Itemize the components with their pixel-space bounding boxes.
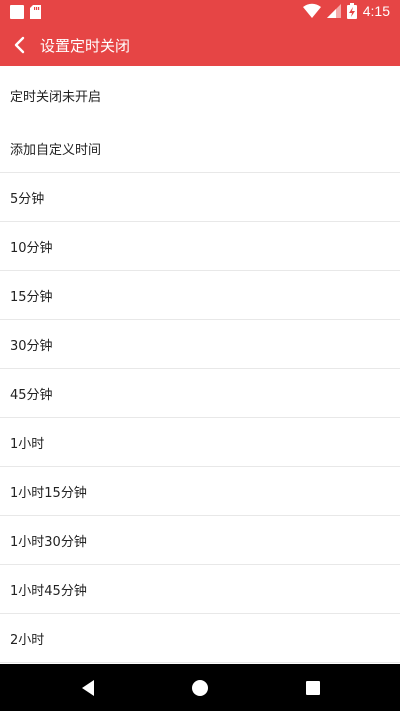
app-bar: 设置定时关闭 — [0, 24, 400, 66]
list-item[interactable]: 45分钟 — [0, 369, 400, 418]
list-item[interactable]: 1小时30分钟 — [0, 516, 400, 565]
status-indicators: 4:15 — [302, 3, 390, 19]
list-item-custom-time[interactable]: 添加自定义时间 — [0, 124, 400, 173]
signal-icon — [326, 4, 341, 18]
status-notifications — [10, 5, 41, 19]
status-time: 4:15 — [362, 3, 390, 19]
list-item[interactable]: 1小时 — [0, 418, 400, 467]
wifi-icon — [302, 3, 321, 19]
list-item[interactable]: 1小时15分钟 — [0, 467, 400, 516]
list-item[interactable]: 2小时 — [0, 614, 400, 663]
system-nav-bar — [0, 664, 400, 711]
timer-options-list: 定时关闭未开启 添加自定义时间 5分钟 10分钟 15分钟 30分钟 45分钟 … — [0, 66, 400, 664]
list-item[interactable]: 1小时45分钟 — [0, 565, 400, 614]
chevron-left-icon[interactable] — [10, 34, 32, 56]
list-item[interactable]: 5分钟 — [0, 173, 400, 222]
list-item[interactable]: 30分钟 — [0, 320, 400, 369]
battery-charging-icon — [346, 3, 357, 19]
triangle-back-icon[interactable] — [76, 676, 100, 700]
square-recents-icon[interactable] — [301, 676, 325, 700]
list-item[interactable]: 15分钟 — [0, 271, 400, 320]
circle-home-icon[interactable] — [188, 676, 212, 700]
list-item-timer-status[interactable]: 定时关闭未开启 — [0, 66, 400, 124]
page-title: 设置定时关闭 — [40, 37, 131, 55]
status-bar: 4:15 — [0, 0, 400, 24]
notification-icon — [10, 5, 24, 19]
sd-card-icon — [30, 5, 41, 19]
list-item[interactable]: 10分钟 — [0, 222, 400, 271]
